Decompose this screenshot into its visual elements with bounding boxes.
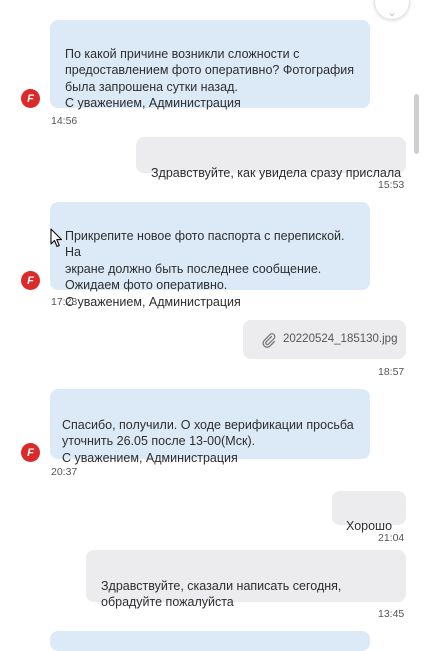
message-time: 20:37 [51,466,78,478]
message-bubble-incoming [50,631,370,651]
message-time: 14:56 [51,115,78,127]
attachment-filename[interactable]: 20220524_185130.jpg [283,331,397,348]
message-bubble-incoming: Спасибо, получили. О ходе верификации пр… [50,389,370,465]
message-bubble-incoming: По какой причине возникли сложности с пр… [50,20,370,111]
admin-avatar: F [21,271,40,290]
mouse-pointer-icon [50,228,63,248]
scrollbar[interactable] [414,90,420,550]
scrollbar-thumb[interactable] [414,94,419,154]
message-time: 18:57 [378,366,405,378]
admin-logo-icon: F [27,274,34,287]
message-text: Хорошо [346,518,393,533]
paperclip-icon [262,332,276,348]
message-bubble-incoming: Прикрепите новое фото паспорта с перепис… [50,202,370,309]
message-time: 21:04 [378,532,405,544]
chat-thread: ⌄ По какой причине возникли сложности с … [0,0,424,651]
admin-logo-icon: F [27,446,34,459]
scroll-down-button[interactable]: ⌄ [374,0,410,20]
message-time: 15:53 [378,179,405,191]
scroll-down-icon: ⌄ [387,7,397,19]
message-text: Спасибо, получили. О ходе верификации пр… [62,417,354,465]
message-bubble-outgoing: Здравствуйте, сказали написать сегодня, … [86,550,406,609]
admin-avatar: F [21,443,40,462]
message-time: 13:45 [378,608,405,620]
message-time: 17:28 [51,296,78,308]
message-text: Здравствуйте, как увидела сразу прислала [151,165,402,180]
attachment-bubble[interactable]: 20220524_185130.jpg [243,320,406,359]
message-bubble-outgoing: Хорошо [332,491,406,533]
message-bubble-outgoing: Здравствуйте, как увидела сразу прислала [136,137,406,180]
message-text: Здравствуйте, сказали написать сегодня, … [101,578,342,610]
message-text: По какой причине возникли сложности с пр… [65,46,355,111]
message-text: Прикрепите новое фото паспорта с перепис… [65,228,345,309]
admin-logo-icon: F [27,92,34,105]
admin-avatar: F [21,89,40,108]
